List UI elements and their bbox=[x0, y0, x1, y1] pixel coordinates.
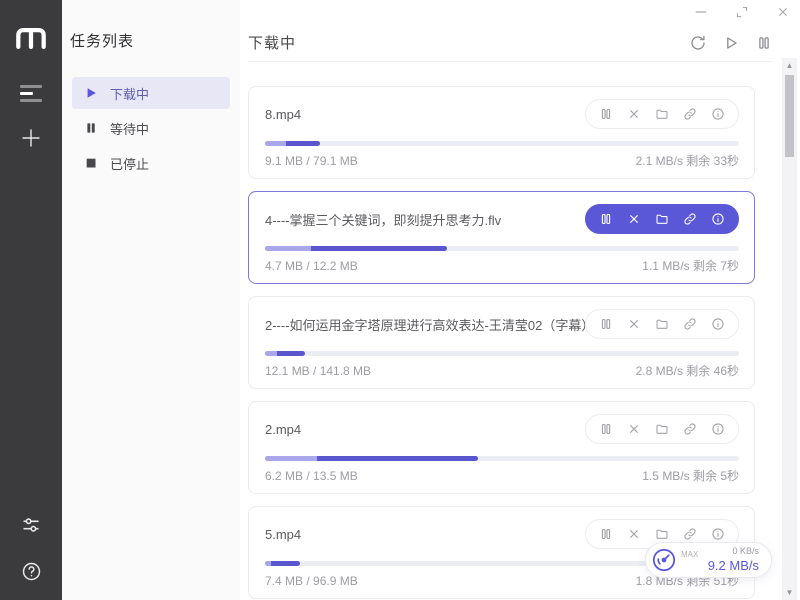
task-actions bbox=[585, 309, 739, 339]
open-folder-icon[interactable] bbox=[655, 212, 669, 226]
progress-bar bbox=[265, 351, 739, 356]
stop-icon bbox=[85, 157, 97, 169]
pause-task-icon[interactable] bbox=[599, 527, 613, 541]
copy-link-icon[interactable] bbox=[683, 317, 697, 331]
delete-task-icon[interactable] bbox=[627, 527, 641, 541]
task-size: 7.4 MB / 96.9 MB bbox=[265, 574, 358, 588]
task-speed: 2.8 MB/s 剩余 46秒 bbox=[636, 362, 739, 379]
copy-link-icon[interactable] bbox=[683, 527, 697, 541]
task-nav: 下载中 等待中 已停止 bbox=[72, 77, 230, 179]
progress-buffer bbox=[265, 351, 277, 356]
progress-buffer bbox=[265, 456, 317, 461]
scrollbar: ▲ ▼ bbox=[782, 58, 797, 600]
pause-task-icon[interactable] bbox=[599, 317, 613, 331]
nav-item-downloading[interactable]: 下载中 bbox=[72, 77, 230, 109]
maximize-icon[interactable] bbox=[735, 5, 749, 19]
speed-widget-label: MAX bbox=[681, 550, 698, 559]
progress-buffer bbox=[265, 561, 271, 566]
task-panel: 任务列表 下载中 等待中 已停止 bbox=[62, 0, 240, 600]
task-info-icon[interactable] bbox=[711, 422, 725, 436]
pause-task-icon[interactable] bbox=[599, 422, 613, 436]
task-name: 5.mp4 bbox=[265, 527, 301, 542]
page-title: 下载中 bbox=[248, 32, 296, 53]
task-actions bbox=[585, 414, 739, 444]
scroll-up-icon[interactable]: ▲ bbox=[782, 58, 797, 73]
task-name: 2----如何运用金字塔原理进行高效表达-王清莹02（字幕）.flv bbox=[265, 315, 585, 334]
pause-all-icon[interactable] bbox=[756, 35, 772, 51]
motrix-window: 任务列表 下载中 等待中 已停止 下载中 bbox=[0, 0, 800, 600]
progress-bar bbox=[265, 246, 739, 251]
download-speed: 9.2 MB/s bbox=[708, 558, 759, 574]
pause-icon bbox=[85, 122, 97, 134]
scrollbar-thumb[interactable] bbox=[785, 75, 794, 157]
delete-task-icon[interactable] bbox=[627, 422, 641, 436]
task-info-icon[interactable] bbox=[711, 212, 725, 226]
open-folder-icon[interactable] bbox=[655, 317, 669, 331]
preferences-icon[interactable] bbox=[21, 515, 41, 535]
progress-bar bbox=[265, 456, 739, 461]
task-card[interactable]: 8.mp4 9.1 MB / 79.1 MB 2.1 MB/s 剩余 bbox=[248, 86, 755, 179]
help-icon[interactable] bbox=[21, 561, 42, 582]
nav-label: 下载中 bbox=[110, 84, 149, 103]
panel-title: 任务列表 bbox=[70, 30, 240, 51]
delete-task-icon[interactable] bbox=[627, 317, 641, 331]
open-folder-icon[interactable] bbox=[655, 107, 669, 121]
task-speed: 1.1 MB/s 剩余 7秒 bbox=[642, 257, 739, 274]
delete-task-icon[interactable] bbox=[627, 212, 641, 226]
refresh-icon[interactable] bbox=[690, 35, 706, 51]
nav-label: 等待中 bbox=[110, 119, 149, 138]
motrix-logo-icon bbox=[13, 24, 49, 51]
speed-widget[interactable]: MAX 0 KB/s 9.2 MB/s bbox=[645, 542, 772, 578]
task-info-icon[interactable] bbox=[711, 317, 725, 331]
task-info-icon[interactable] bbox=[711, 527, 725, 541]
copy-link-icon[interactable] bbox=[683, 212, 697, 226]
task-size: 4.7 MB / 12.2 MB bbox=[265, 259, 358, 273]
task-name: 4----掌握三个关键词，即刻提升思考力.flv bbox=[265, 210, 501, 229]
scroll-down-icon[interactable]: ▼ bbox=[782, 585, 797, 600]
task-speed: 2.1 MB/s 剩余 33秒 bbox=[636, 152, 739, 169]
copy-link-icon[interactable] bbox=[683, 107, 697, 121]
copy-link-icon[interactable] bbox=[683, 422, 697, 436]
open-folder-icon[interactable] bbox=[655, 422, 669, 436]
toolbar bbox=[690, 35, 772, 51]
task-list: 8.mp4 9.1 MB / 79.1 MB 2.1 MB/s 剩余 bbox=[248, 86, 755, 599]
icon-rail bbox=[0, 0, 62, 600]
task-card-selected[interactable]: 4----掌握三个关键词，即刻提升思考力.flv 4.7 MB / 12.2 M… bbox=[248, 191, 755, 284]
delete-task-icon[interactable] bbox=[627, 107, 641, 121]
task-actions bbox=[585, 204, 739, 234]
task-card[interactable]: 2.mp4 6.2 MB / 13.5 MB 1.5 MB/s 剩余 bbox=[248, 401, 755, 494]
task-name: 2.mp4 bbox=[265, 422, 301, 437]
task-info-icon[interactable] bbox=[711, 107, 725, 121]
progress-buffer bbox=[265, 246, 311, 251]
task-list-icon[interactable] bbox=[20, 85, 42, 102]
progress-bar bbox=[265, 141, 739, 146]
add-task-icon[interactable] bbox=[21, 128, 41, 148]
play-icon bbox=[85, 87, 97, 99]
task-name: 8.mp4 bbox=[265, 107, 301, 122]
task-speed: 1.5 MB/s 剩余 5秒 bbox=[642, 467, 739, 484]
task-actions bbox=[585, 99, 739, 129]
speedometer-icon bbox=[651, 547, 677, 573]
pause-task-icon[interactable] bbox=[599, 107, 613, 121]
minimize-icon[interactable] bbox=[694, 5, 708, 19]
nav-item-stopped[interactable]: 已停止 bbox=[72, 147, 230, 179]
task-size: 6.2 MB / 13.5 MB bbox=[265, 469, 358, 483]
nav-item-waiting[interactable]: 等待中 bbox=[72, 112, 230, 144]
task-size: 9.1 MB / 79.1 MB bbox=[265, 154, 358, 168]
task-size: 12.1 MB / 141.8 MB bbox=[265, 364, 371, 378]
progress-buffer bbox=[265, 141, 286, 146]
pause-task-icon[interactable] bbox=[599, 212, 613, 226]
resume-all-icon[interactable] bbox=[723, 35, 739, 51]
nav-label: 已停止 bbox=[110, 154, 149, 173]
close-icon[interactable] bbox=[776, 5, 790, 19]
open-folder-icon[interactable] bbox=[655, 527, 669, 541]
upload-speed: 0 KB/s bbox=[708, 546, 759, 557]
task-card[interactable]: 2----如何运用金字塔原理进行高效表达-王清莹02（字幕）.flv 12.1 … bbox=[248, 296, 755, 389]
window-controls bbox=[694, 5, 790, 19]
main-content: 下载中 8.mp4 bbox=[240, 0, 800, 600]
